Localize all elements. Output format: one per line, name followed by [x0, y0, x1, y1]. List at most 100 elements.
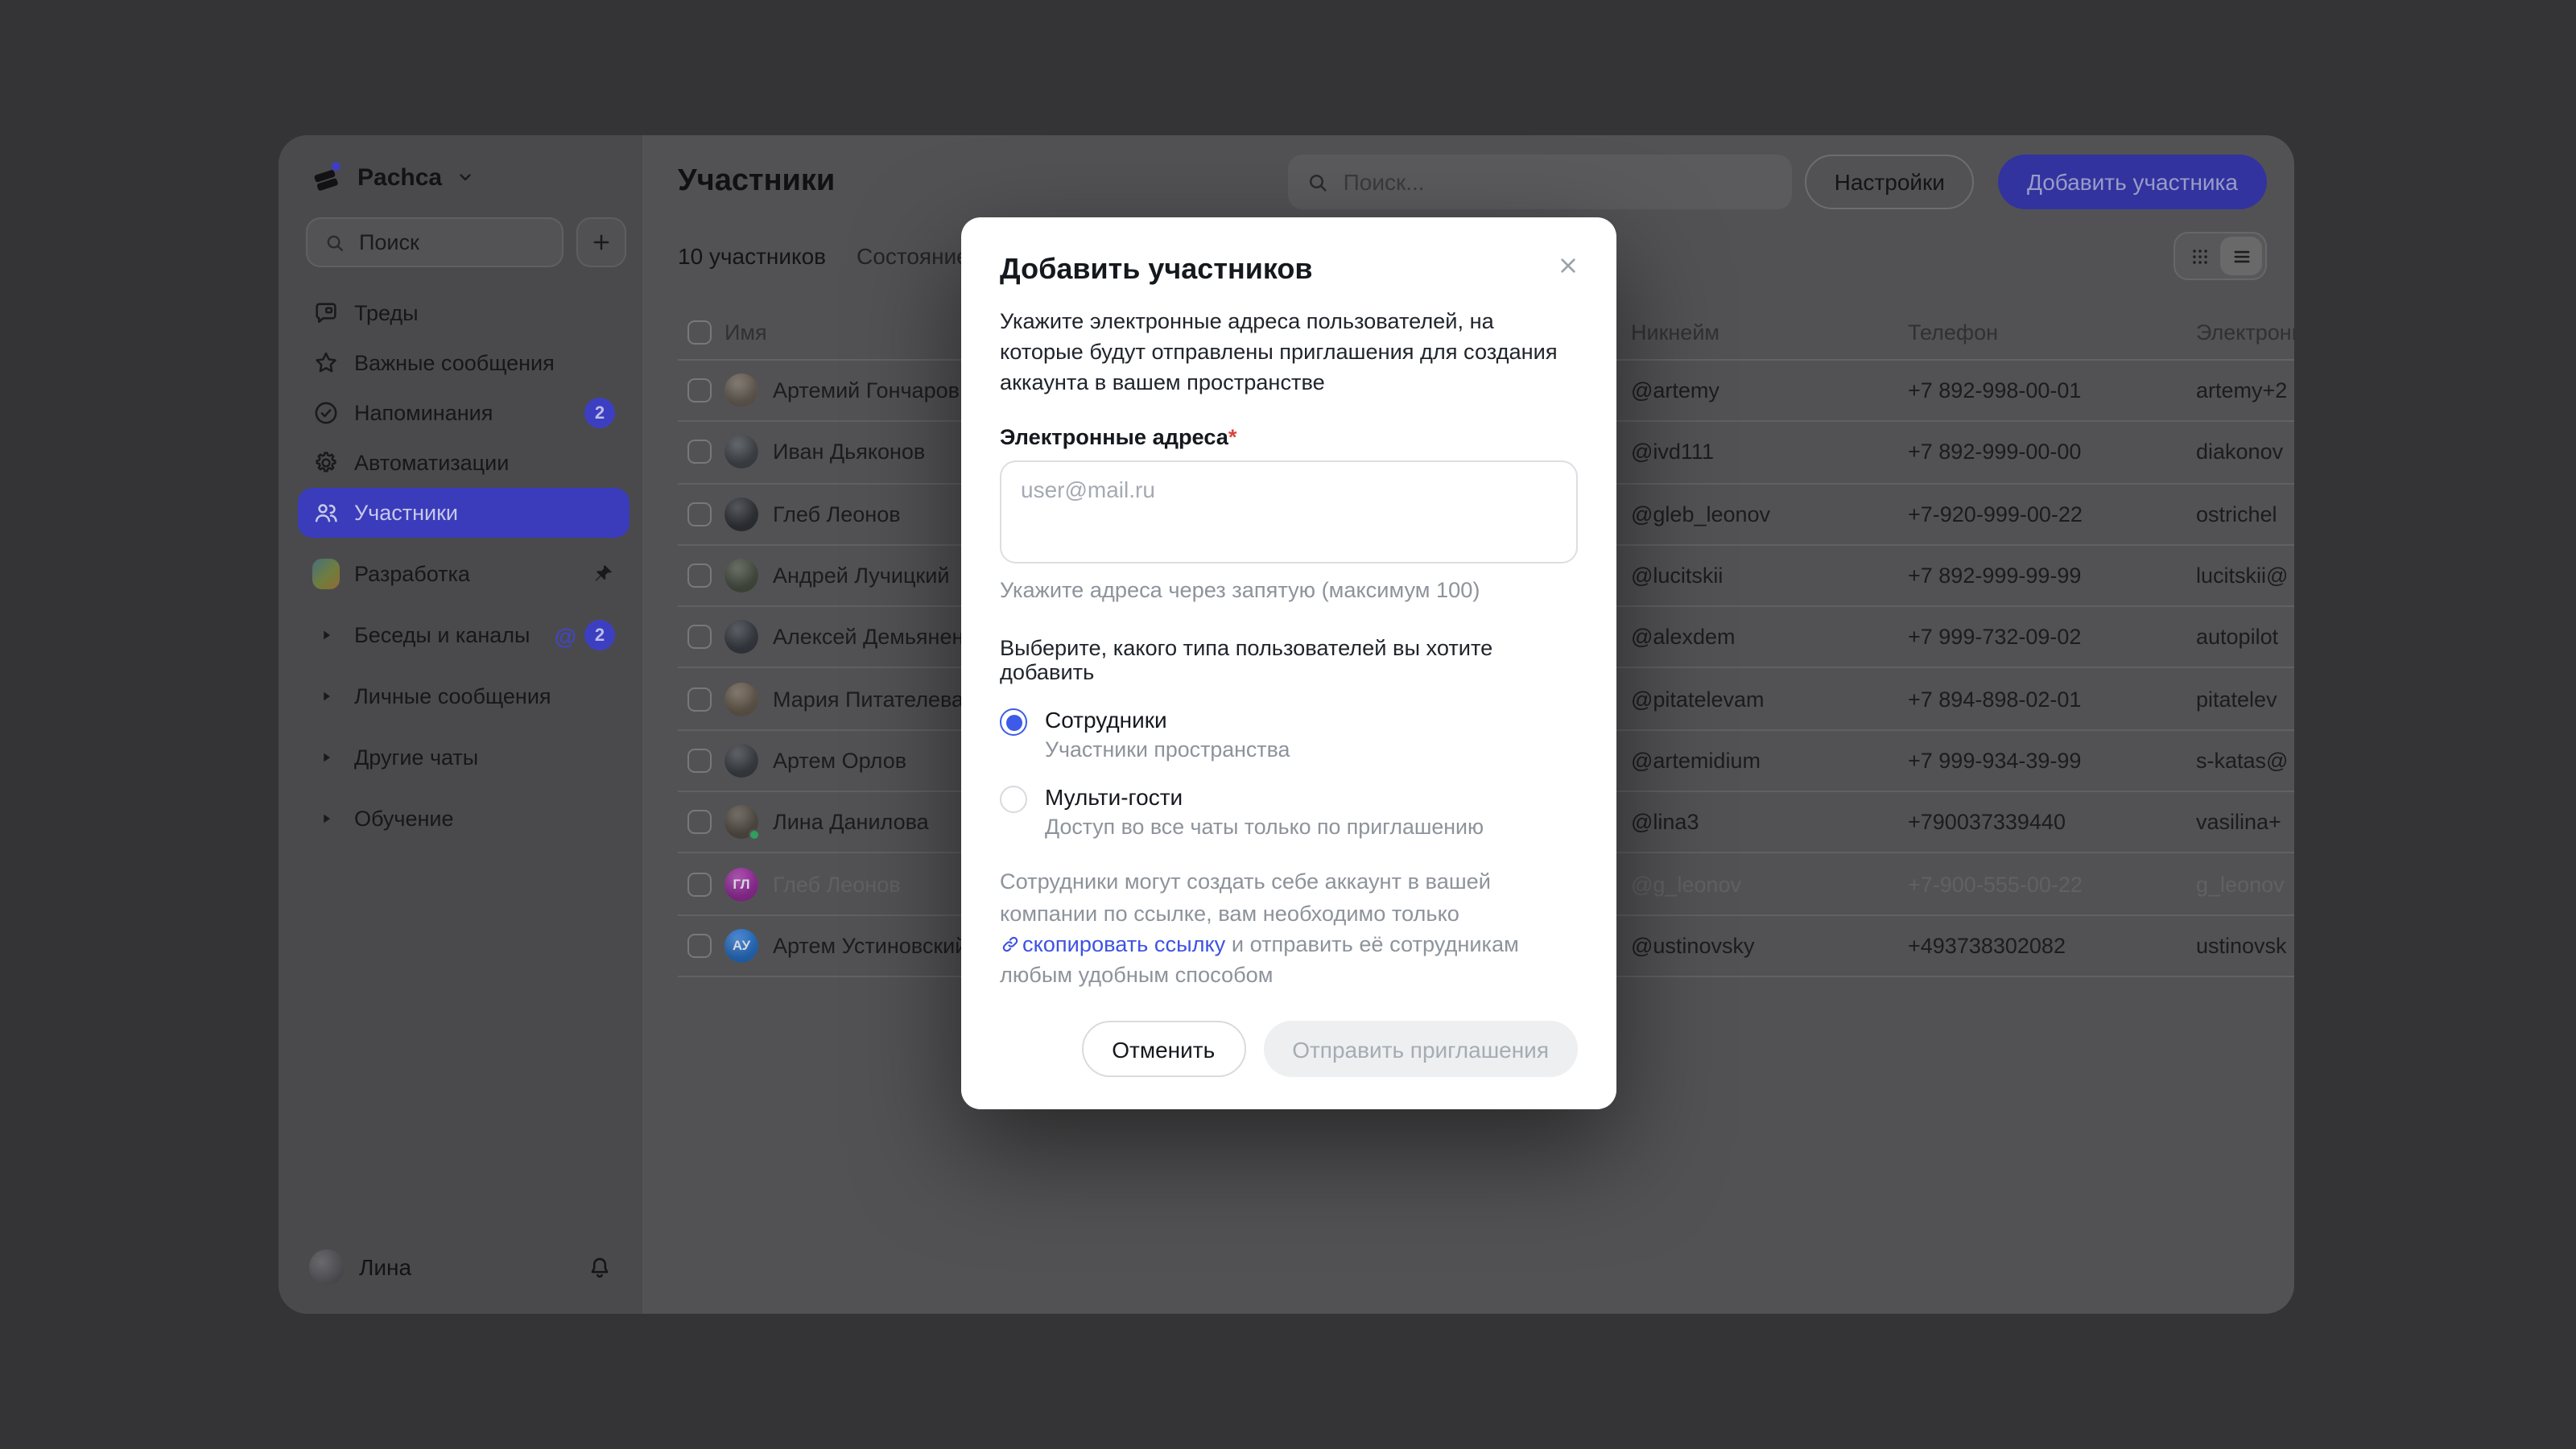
workspace-avatar-icon: [312, 560, 340, 588]
option-multi-guests[interactable]: Мульти-гости Доступ во все чаты только п…: [1000, 785, 1578, 840]
sidebar-search-placeholder: Поиск: [359, 230, 419, 254]
create-new-button[interactable]: [576, 217, 626, 267]
option-description: Участники пространства: [1045, 738, 1290, 762]
top-bar: Участники Настройки Добавить участника: [644, 135, 2294, 213]
radio-unselected-icon[interactable]: [1000, 786, 1027, 814]
row-checkbox[interactable]: [687, 810, 712, 834]
members-search[interactable]: [1289, 155, 1793, 209]
footnote-text-before: Сотрудники могут создать себе аккаунт в …: [1000, 870, 1491, 926]
user-name: Лина: [359, 1254, 411, 1280]
settings-button[interactable]: Настройки: [1806, 155, 1974, 209]
member-email: ostrichel: [2196, 502, 2294, 526]
sidebar-item-triangle-8[interactable]: Другие чаты: [298, 733, 630, 782]
sidebar-item-label: Важные сообщения: [354, 351, 555, 375]
copy-link[interactable]: скопировать ссылку: [1000, 932, 1225, 956]
member-nickname: @g_leonov: [1631, 872, 1908, 896]
avatar: [724, 621, 758, 654]
members-count: 10 участников: [678, 243, 826, 269]
member-nickname: @artemy: [1631, 378, 1908, 402]
triangle-icon: [312, 621, 340, 649]
avatar: [724, 805, 758, 839]
radio-selected-icon[interactable]: [1000, 709, 1027, 737]
triangle-icon: [312, 744, 340, 771]
check-circle-icon: [312, 399, 340, 427]
row-checkbox[interactable]: [687, 625, 712, 650]
workspace-switcher[interactable]: Pachca: [279, 135, 642, 195]
row-checkbox[interactable]: [687, 934, 712, 958]
member-nickname: @gleb_leonov: [1631, 502, 1908, 526]
triangle-icon: [312, 683, 340, 710]
list-view-button[interactable]: [2220, 237, 2262, 275]
send-invitations-button[interactable]: Отправить приглашения: [1263, 1022, 1578, 1078]
row-checkbox[interactable]: [687, 502, 712, 526]
add-member-button[interactable]: Добавить участника: [1998, 155, 2267, 209]
user-avatar: [309, 1249, 345, 1285]
member-name: Иван Дьяконов: [773, 440, 925, 464]
sidebar-item-workspace-avatar-5[interactable]: Разработка: [298, 549, 630, 599]
sidebar-item-label: Треды: [354, 301, 419, 325]
sidebar-item-triangle-6[interactable]: Беседы и каналы@2: [298, 610, 630, 660]
row-checkbox[interactable]: [687, 378, 712, 402]
sidebar-item-people-4[interactable]: Участники: [298, 488, 630, 538]
member-email: ustinovsk: [2196, 934, 2294, 958]
avatar: [724, 374, 758, 407]
member-name: Глеб Леонов: [773, 502, 901, 526]
member-name: Артем Устиновский: [773, 934, 967, 958]
column-nickname: Никнейм: [1631, 320, 1908, 345]
search-icon: [1307, 170, 1331, 194]
state-filter-label: Состояние: [857, 243, 969, 269]
sidebar-item-gear-3[interactable]: Автоматизации: [298, 438, 630, 488]
row-checkbox[interactable]: [687, 749, 712, 773]
workspace-name: Pachca: [357, 163, 442, 191]
member-phone: +7 892-998-00-01: [1908, 378, 2196, 402]
row-checkbox[interactable]: [687, 564, 712, 588]
avatar: [724, 436, 758, 469]
current-user[interactable]: Лина: [279, 1236, 642, 1298]
member-email: pitatelev: [2196, 687, 2294, 711]
avatar: [724, 744, 758, 778]
email-label-text: Электронные адреса: [1000, 426, 1228, 450]
sidebar-item-label: Обучение: [354, 807, 453, 831]
mention-at-icon: @: [555, 622, 576, 648]
member-nickname: @alexdem: [1631, 625, 1908, 650]
close-icon[interactable]: [1552, 250, 1584, 282]
people-icon: [312, 499, 340, 526]
notifications-bell-icon[interactable]: [586, 1253, 613, 1281]
member-phone: +7 894-898-02-01: [1908, 687, 2196, 711]
item-indicators: 2: [584, 398, 615, 428]
grid-view-button[interactable]: [2178, 237, 2220, 275]
sidebar-item-triangle-7[interactable]: Личные сообщения: [298, 671, 630, 721]
search-icon: [324, 231, 346, 254]
cancel-button[interactable]: Отменить: [1081, 1022, 1245, 1078]
unread-badge: 2: [584, 620, 615, 650]
row-checkbox[interactable]: [687, 872, 712, 896]
sidebar-item-label: Напоминания: [354, 401, 493, 425]
option-label: Сотрудники: [1045, 708, 1290, 733]
sidebar-item-star-1[interactable]: Важные сообщения: [298, 338, 630, 388]
row-checkbox[interactable]: [687, 440, 712, 464]
option-employees[interactable]: Сотрудники Участники пространства: [1000, 708, 1578, 762]
select-all-checkbox[interactable]: [687, 320, 712, 345]
copy-link-label: скопировать ссылку: [1022, 932, 1225, 956]
member-phone: +790037339440: [1908, 810, 2196, 834]
email-addresses-textarea[interactable]: [1000, 461, 1578, 564]
row-checkbox[interactable]: [687, 687, 712, 711]
sidebar-item-threads-0[interactable]: Треды: [298, 288, 630, 338]
avatar: [724, 682, 758, 716]
member-email: artemy+2: [2196, 378, 2294, 402]
threads-icon: [312, 299, 340, 327]
pin-icon: [591, 562, 615, 586]
sidebar-search-input[interactable]: Поиск: [306, 217, 564, 267]
item-indicators: @2: [555, 620, 615, 650]
member-name: Артем Орлов: [773, 749, 906, 773]
sidebar-item-triangle-9[interactable]: Обучение: [298, 794, 630, 844]
members-search-input[interactable]: [1344, 169, 1775, 195]
sidebar-item-check-circle-2[interactable]: Напоминания 2: [298, 388, 630, 438]
unread-badge: 2: [584, 398, 615, 428]
sidebar-nav: Треды Важные сообщения Напоминания 2 Автомат…: [298, 288, 630, 844]
member-phone: +7 892-999-00-00: [1908, 440, 2196, 464]
email-hint: Укажите адреса через запятую (максимум 1…: [1000, 579, 1578, 603]
modal-actions: Отменить Отправить приглашения: [1000, 1022, 1578, 1078]
modal-footnote: Сотрудники могут создать себе аккаунт в …: [1000, 867, 1578, 991]
gear-icon: [312, 449, 340, 477]
